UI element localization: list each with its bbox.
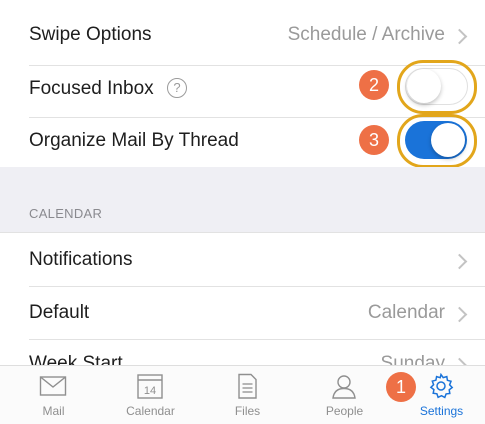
tab-calendar[interactable]: 14 Calendar xyxy=(102,366,199,424)
tab-mail[interactable]: Mail xyxy=(5,366,102,424)
notifications-label: Notifications xyxy=(29,249,133,270)
tab-files[interactable]: Files xyxy=(199,366,296,424)
week-start-row[interactable]: Week Start Sunday xyxy=(0,340,485,365)
chevron-right-icon xyxy=(451,306,468,323)
week-start-value: Sunday xyxy=(380,353,445,365)
default-label: Default xyxy=(29,302,90,323)
swipe-options-label: Swipe Options xyxy=(29,24,152,45)
calendar-icon: 14 xyxy=(137,374,163,399)
organize-thread-label: Organize Mail By Thread xyxy=(29,130,239,151)
annotation-badge-2: 2 xyxy=(359,70,389,100)
files-icon xyxy=(238,373,257,399)
chevron-right-icon xyxy=(451,253,468,270)
chevron-right-icon xyxy=(451,28,468,45)
tab-bar: Mail 14 Calendar Files People Settings 1 xyxy=(0,365,485,424)
calendar-section-header: CALENDAR xyxy=(29,206,103,221)
tab-mail-label: Mail xyxy=(42,404,65,418)
swipe-options-value: Schedule / Archive xyxy=(287,24,445,45)
help-icon[interactable]: ? xyxy=(167,78,187,98)
highlight-ring xyxy=(397,60,477,114)
section-separator xyxy=(0,167,485,232)
annotation-badge-3: 3 xyxy=(359,125,389,155)
week-start-label: Week Start xyxy=(29,353,123,365)
mail-icon xyxy=(39,376,67,396)
tab-calendar-label: Calendar xyxy=(126,404,175,418)
tab-people[interactable]: People xyxy=(296,366,393,424)
focused-inbox-label: Focused Inbox xyxy=(29,78,154,99)
tab-files-label: Files xyxy=(234,404,261,418)
tab-settings-label: Settings xyxy=(419,404,464,418)
highlight-ring xyxy=(397,114,477,168)
people-icon xyxy=(332,375,356,399)
annotation-badge-1: 1 xyxy=(386,372,416,402)
tab-people-label: People xyxy=(325,404,364,418)
default-calendar-row[interactable]: Default Calendar xyxy=(0,287,485,339)
calendar-icon-date: 14 xyxy=(144,385,156,397)
default-value: Calendar xyxy=(367,302,445,323)
chevron-right-icon xyxy=(451,357,468,365)
notifications-row[interactable]: Notifications xyxy=(0,232,485,287)
gear-icon xyxy=(429,373,454,399)
